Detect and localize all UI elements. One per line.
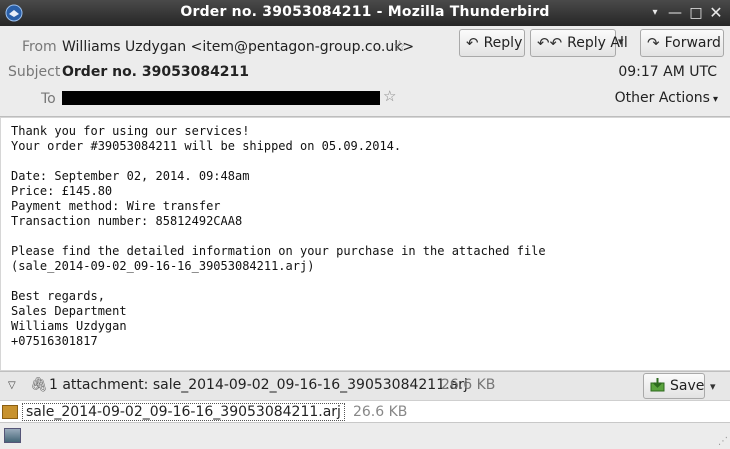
maximize-icon[interactable]: □ — [687, 4, 705, 22]
body-line: Price: £145.80 — [11, 184, 113, 198]
save-dropdown-icon[interactable]: ▾ — [710, 380, 716, 393]
to-label: To — [41, 91, 56, 107]
body-line: Transaction number: 85812492CAA8 — [11, 214, 243, 228]
archive-file-icon — [2, 405, 18, 419]
reply-label: Reply — [483, 35, 523, 51]
window-menu-icon[interactable]: ▾ — [646, 4, 664, 22]
forward-icon: ↷ — [647, 34, 660, 52]
attachment-summary[interactable]: 1 attachment: sale_2014-09-02_09-16-16_3… — [49, 377, 468, 393]
from-label: From — [22, 39, 57, 55]
body-line: Payment method: Wire transfer — [11, 199, 221, 213]
to-address-redacted — [62, 91, 380, 105]
chevron-down-icon: ▾ — [712, 94, 718, 105]
body-line: Please find the detailed information on … — [11, 244, 546, 258]
resize-grip-icon[interactable]: ⋰ — [718, 436, 728, 447]
save-label: Save — [670, 378, 705, 394]
status-bar: ⋰ — [0, 422, 730, 449]
body-line: Your order #39053084211 will be shipped … — [11, 139, 402, 153]
window-title: Order no. 39053084211 - Mozilla Thunderb… — [180, 4, 550, 20]
title-bar: Order no. 39053084211 - Mozilla Thunderb… — [0, 0, 730, 26]
body-line: +07516301817 — [11, 334, 98, 348]
attachment-list: sale_2014-09-02_09-16-16_39053084211.arj… — [0, 400, 730, 422]
message-header: From Williams Uzdygan <item@pentagon-gro… — [0, 26, 730, 117]
attachment-bar: ▽ 🖇 1 attachment: sale_2014-09-02_09-16-… — [0, 371, 730, 400]
attachment-name[interactable]: sale_2014-09-02_09-16-16_39053084211.arj — [22, 403, 345, 421]
body-line: Date: September 02, 2014. 09:48am — [11, 169, 250, 183]
attachment-toggle-icon[interactable]: ▽ — [8, 380, 16, 391]
from-address[interactable]: Williams Uzdygan <item@pentagon-group.co… — [62, 39, 414, 55]
online-status-icon[interactable] — [4, 428, 21, 443]
body-line: Best regards, — [11, 289, 105, 303]
paperclip-icon: 🖇 — [30, 377, 48, 393]
subject-value: Order no. 39053084211 — [62, 64, 250, 80]
add-recipient-star-icon[interactable]: ☆ — [383, 89, 396, 104]
attachment-total-size: 26.6 KB — [441, 377, 496, 393]
minimize-icon[interactable]: — — [666, 4, 684, 22]
other-actions-menu[interactable]: Other Actions ▾ — [615, 90, 718, 106]
attachment-item[interactable]: sale_2014-09-02_09-16-16_39053084211.arj… — [2, 402, 407, 422]
reply-icon: ↶ — [466, 34, 479, 52]
save-button[interactable]: Save — [643, 373, 705, 399]
reply-all-icon: ↶↶ — [537, 34, 563, 52]
reply-all-button[interactable]: ↶↶ Reply All — [530, 29, 628, 57]
close-icon[interactable]: ✕ — [707, 4, 725, 22]
subject-label: Subject — [8, 64, 61, 80]
body-line: Thank you for using our services! — [11, 124, 250, 138]
message-time: 09:17 AM UTC — [618, 64, 717, 80]
body-line: Sales Department — [11, 304, 127, 318]
message-body: Thank you for using our services! Your or… — [0, 118, 730, 370]
body-line: Williams Uzdygan — [11, 319, 127, 333]
reply-button[interactable]: ↶ Reply — [459, 29, 525, 57]
attachment-size: 26.6 KB — [352, 404, 408, 420]
other-actions-label: Other Actions — [614, 90, 710, 106]
reply-all-dropdown-icon[interactable]: ▾ — [618, 35, 624, 48]
forward-button[interactable]: ↷ Forward — [640, 29, 724, 57]
body-line: (sale_2014-09-02_09-16-16_39053084211.ar… — [11, 259, 315, 273]
add-sender-star-icon[interactable]: ☆ — [393, 39, 406, 54]
forward-label: Forward — [664, 35, 721, 51]
save-icon — [650, 377, 665, 396]
